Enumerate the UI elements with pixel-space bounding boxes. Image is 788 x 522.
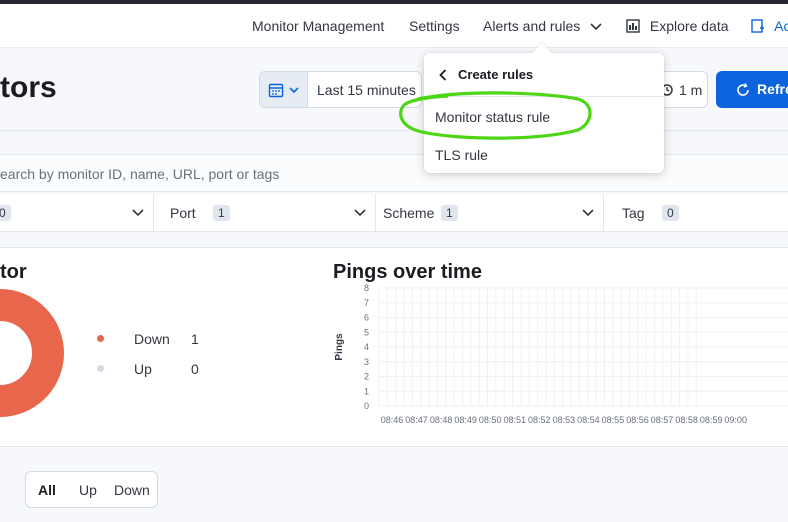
legend-dot-down xyxy=(97,335,104,342)
chevron-down-icon xyxy=(590,23,602,31)
x-tick-label: 09:00 xyxy=(724,415,747,425)
refresh-interval-value: 1 m xyxy=(679,82,703,98)
filter-location[interactable]: 0 xyxy=(0,194,154,232)
donut-segment-down xyxy=(0,289,64,417)
y-axis-label: Pings xyxy=(334,333,345,361)
filter-label: Port xyxy=(170,205,196,221)
nav-explore-data[interactable]: Explore data xyxy=(626,18,729,34)
filter-count-badge: 0 xyxy=(0,205,11,221)
x-tick-label: 08:54 xyxy=(577,415,600,425)
app-header: Monitor Management Settings Alerts and r… xyxy=(0,4,788,48)
calendar-icon xyxy=(268,83,284,98)
refresh-button[interactable]: Refre xyxy=(716,71,788,108)
x-tick-label: 08:51 xyxy=(503,415,526,425)
y-tick-label: 0 xyxy=(364,401,369,411)
x-tick-label: 08:53 xyxy=(553,415,576,425)
x-tick-label: 08:56 xyxy=(626,415,649,425)
legend-dot-up xyxy=(97,365,104,372)
chevron-down-icon xyxy=(289,87,299,94)
popover-title: Create rules xyxy=(458,67,534,82)
filter-count-badge: 1 xyxy=(213,205,230,221)
nav-alerts-label: Alerts and rules xyxy=(483,18,581,34)
divider xyxy=(0,130,788,131)
status-filter-down[interactable]: Down xyxy=(114,482,150,498)
date-quick-menu-button[interactable] xyxy=(260,72,308,107)
x-tick-label: 08:52 xyxy=(528,415,551,425)
highlight-annotation xyxy=(399,91,592,140)
y-tick-label: 4 xyxy=(364,342,369,352)
x-tick-label: 08:59 xyxy=(700,415,723,425)
nav-add-data-label: Ac xyxy=(774,18,788,34)
y-tick-label: 5 xyxy=(364,327,369,337)
chevron-left-icon xyxy=(439,69,447,81)
chevron-down-icon xyxy=(354,209,366,217)
x-tick-label: 08:46 xyxy=(381,415,404,425)
x-tick-label: 08:57 xyxy=(651,415,674,425)
refresh-icon xyxy=(737,83,749,96)
legend-value-down: 1 xyxy=(191,331,199,347)
nav-monitor-management[interactable]: Monitor Management xyxy=(252,18,384,34)
filter-label: Tag xyxy=(622,205,645,221)
y-tick-label: 3 xyxy=(364,357,369,367)
y-tick-label: 7 xyxy=(364,298,369,308)
x-tick-label: 08:58 xyxy=(675,415,698,425)
nav-settings[interactable]: Settings xyxy=(409,18,460,34)
nav-explore-label: Explore data xyxy=(649,18,729,34)
filter-scheme[interactable]: Scheme 1 xyxy=(376,194,604,232)
x-tick-label: 08:55 xyxy=(602,415,625,425)
y-tick-label: 6 xyxy=(364,313,369,323)
nav-add-data[interactable]: Ac xyxy=(751,18,788,34)
chevron-down-icon xyxy=(582,209,594,217)
x-tick-label: 08:48 xyxy=(430,415,453,425)
x-tick-label: 08:49 xyxy=(454,415,477,425)
status-filter-all[interactable]: All xyxy=(38,482,56,498)
chevron-down-icon xyxy=(132,209,144,217)
legend-value-up: 0 xyxy=(191,361,199,377)
add-data-icon xyxy=(751,19,764,33)
filter-tag[interactable]: Tag 0 xyxy=(604,194,788,232)
filter-count-badge: 1 xyxy=(441,205,458,221)
x-tick-label: 08:47 xyxy=(405,415,428,425)
y-tick-label: 1 xyxy=(364,386,369,396)
filter-label: Scheme xyxy=(383,205,435,221)
refresh-button-label: Refre xyxy=(757,81,788,97)
tls-rule-item[interactable]: TLS rule xyxy=(435,147,488,163)
legend-label-up: Up xyxy=(134,361,152,377)
search-bar[interactable]: earch by monitor ID, name, URL, port or … xyxy=(0,154,788,192)
status-filter-up[interactable]: Up xyxy=(79,482,97,498)
y-tick-label: 2 xyxy=(364,372,369,382)
chart-icon xyxy=(626,19,640,33)
search-input[interactable]: earch by monitor ID, name, URL, port or … xyxy=(0,166,279,182)
nav-alerts-and-rules[interactable]: Alerts and rules xyxy=(483,18,602,34)
filter-port[interactable]: Port 1 xyxy=(154,194,376,232)
status-donut xyxy=(0,289,64,417)
pings-over-time-chart: 01234567808:46 08:47 08:48 08:49 08:50 08:51 0… xyxy=(334,283,788,425)
y-tick-label: 8 xyxy=(364,283,369,293)
legend-label-down: Down xyxy=(134,331,170,347)
filter-group: 0 Port 1 Scheme 1 Tag 0 xyxy=(0,194,788,232)
page-title: tors xyxy=(0,71,57,104)
status-filter-group: All Up Down xyxy=(25,471,158,508)
status-panel-title: tor xyxy=(0,261,27,283)
x-tick-label: 08:50 xyxy=(479,415,502,425)
filter-count-badge: 0 xyxy=(662,205,679,221)
